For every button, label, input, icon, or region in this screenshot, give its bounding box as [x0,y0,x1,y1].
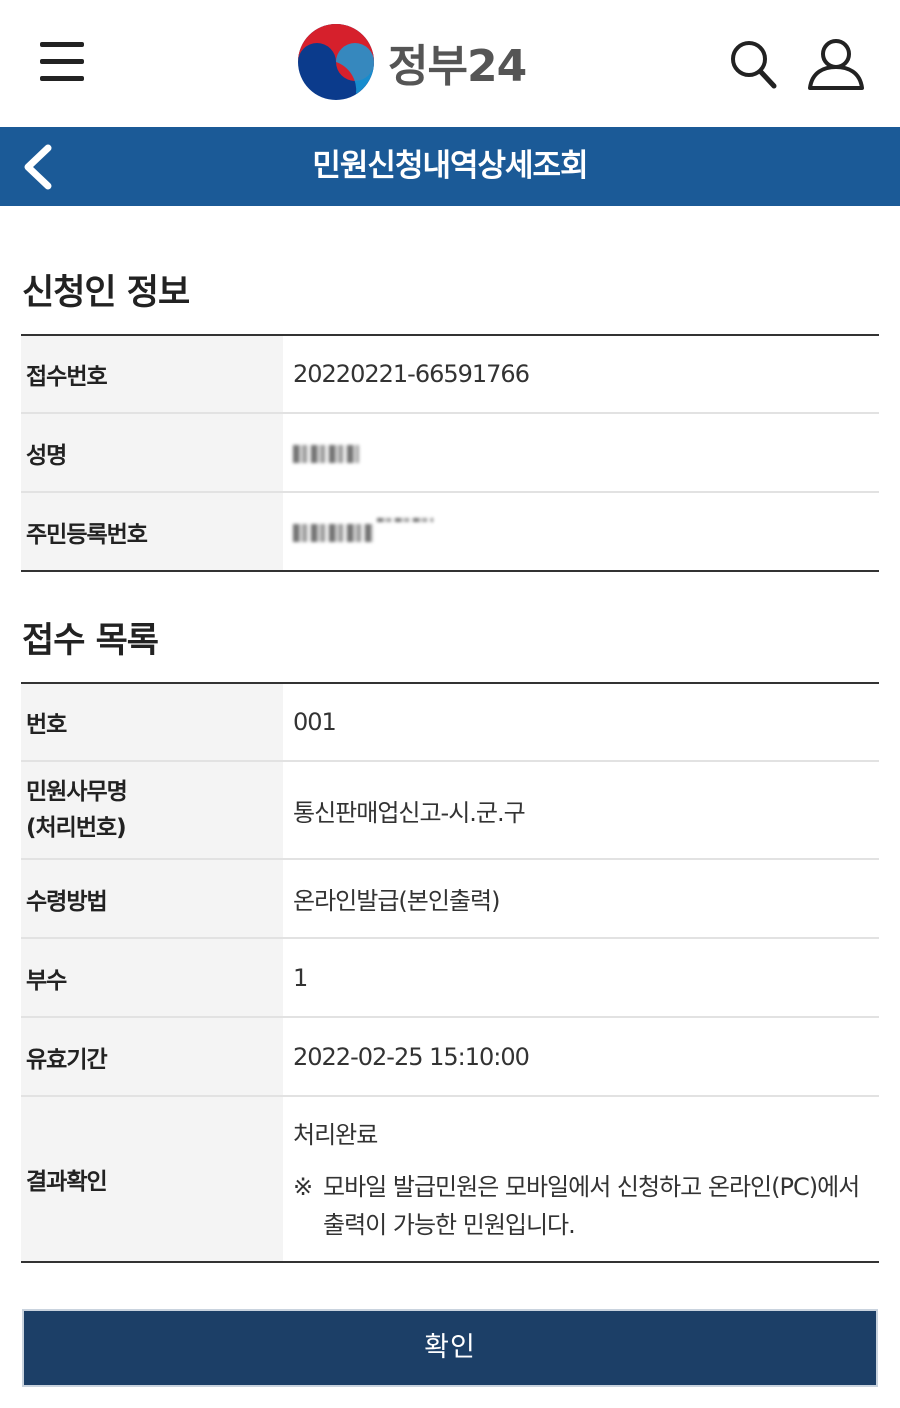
user-icon[interactable] [806,36,866,92]
logo-emblem-icon [298,24,374,100]
result-status: 처리완료 [293,1120,378,1149]
note-line-2: 출력이 가능한 민원입니다. [323,1210,576,1239]
receive-method-value: 온라인발급(본인출력) [283,859,879,939]
receipt-section-title: 접수 목록 [22,621,159,661]
row-label: 접수번호 [21,335,283,414]
service-name-value: 통신판매업신고-시.군.구 [283,761,879,860]
table-row: 부수 1 [21,938,879,1018]
result-cell: 처리완료 ※ 모바일 발급민원은 모바일에서 신청하고 온라인(PC)에서 출력이… [283,1096,879,1262]
table-row: 수령방법 온라인발급(본인출력) [21,859,879,939]
table-row: 유효기간 2022-02-25 15:10:00 [21,1017,879,1097]
copies-value: 1 [283,938,879,1018]
chevron-left-icon[interactable] [18,143,58,191]
confirm-button[interactable]: 확인 [22,1309,878,1387]
row-label: 민원사무명 (처리번호) [21,761,283,860]
note-line-1: 모바일 발급민원은 모바일에서 신청하고 온라인(PC)에서 [323,1172,860,1201]
logo-text: 정부24 [388,41,527,92]
search-icon[interactable] [728,38,778,90]
row-label: 성명 [21,413,283,493]
result-note: ※ 모바일 발급민원은 모바일에서 신청하고 온라인(PC)에서 출력이 가능한 … [293,1168,879,1244]
note-mark: ※ [293,1172,313,1201]
table-row: 성명 [21,413,879,493]
row-label: 결과확인 [21,1096,283,1262]
row-label: 부수 [21,938,283,1018]
receipt-number-value: 20220221-66591766 [283,335,879,414]
table-row: 민원사무명 (처리번호) 통신판매업신고-시.군.구 [21,761,879,860]
resident-number-value-masked [283,492,879,571]
app-header: 정부24 [0,0,900,127]
table-row: 접수번호 20220221-66591766 [21,335,879,414]
page-title: 민원신청내역상세조회 [312,148,588,184]
row-label: 주민등록번호 [21,492,283,571]
logo[interactable]: 정부24 [296,22,527,102]
number-value: 001 [283,683,879,762]
expiry-value: 2022-02-25 15:10:00 [283,1017,879,1097]
receipt-table: 번호 001 민원사무명 (처리번호) 통신판매업신고-시.군.구 수령방법 온… [21,682,879,1263]
menu-icon[interactable] [40,40,86,84]
table-row: 번호 001 [21,683,879,762]
row-label: 번호 [21,683,283,762]
row-label: 유효기간 [21,1017,283,1097]
applicant-section-title: 신청인 정보 [22,273,190,313]
name-value-masked [283,413,879,493]
row-label: 수령방법 [21,859,283,939]
table-row: 결과확인 처리완료 ※ 모바일 발급민원은 모바일에서 신청하고 온라인(PC)에… [21,1096,879,1262]
table-row: 주민등록번호 [21,492,879,571]
applicant-table: 접수번호 20220221-66591766 성명 주민등록번호 [21,334,879,572]
page-title-bar: 민원신청내역상세조회 [0,127,900,206]
